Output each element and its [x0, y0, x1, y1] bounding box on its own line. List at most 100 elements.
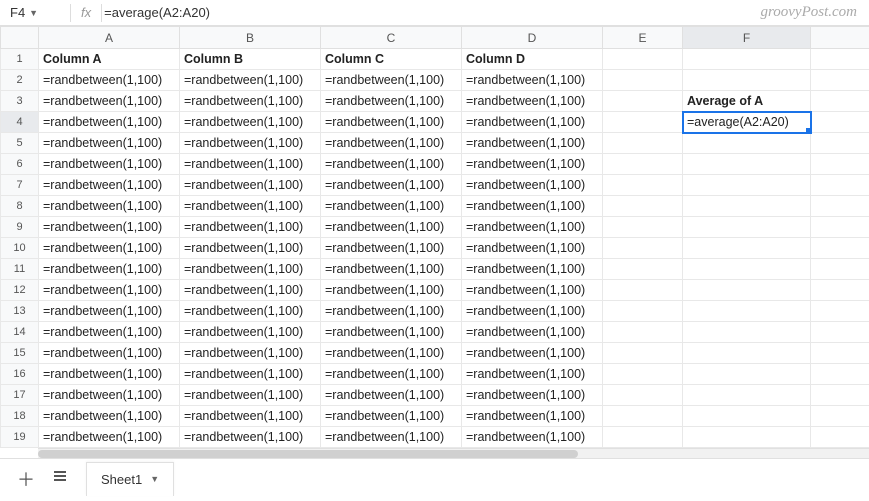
cell-B13[interactable]: =randbetween(1,100): [180, 301, 321, 322]
cell-C11[interactable]: =randbetween(1,100): [321, 259, 462, 280]
horizontal-scrollbar[interactable]: [38, 448, 869, 458]
row-header[interactable]: 15: [1, 343, 39, 364]
cell-C9[interactable]: =randbetween(1,100): [321, 217, 462, 238]
sheet-tab[interactable]: Sheet1 ▼: [86, 462, 174, 496]
row-header[interactable]: 6: [1, 154, 39, 175]
cell-A3[interactable]: =randbetween(1,100): [39, 91, 180, 112]
cell-A1[interactable]: Column A: [39, 49, 180, 70]
cell-A2[interactable]: =randbetween(1,100): [39, 70, 180, 91]
cell-E19[interactable]: [603, 427, 683, 448]
row-header[interactable]: 1: [1, 49, 39, 70]
col-header-blank[interactable]: [811, 27, 869, 49]
row-header[interactable]: 4: [1, 112, 39, 133]
cell-A10[interactable]: =randbetween(1,100): [39, 238, 180, 259]
cell-G7[interactable]: [811, 175, 869, 196]
cell-F15[interactable]: [683, 343, 811, 364]
cell-E14[interactable]: [603, 322, 683, 343]
row-header[interactable]: 8: [1, 196, 39, 217]
cell-B4[interactable]: =randbetween(1,100): [180, 112, 321, 133]
cell-E9[interactable]: [603, 217, 683, 238]
cell-A5[interactable]: =randbetween(1,100): [39, 133, 180, 154]
cell-G17[interactable]: [811, 385, 869, 406]
cell-C15[interactable]: =randbetween(1,100): [321, 343, 462, 364]
add-sheet-button[interactable]: ＋: [12, 465, 40, 493]
name-box[interactable]: F4 ▼: [0, 5, 70, 20]
cell-C19[interactable]: =randbetween(1,100): [321, 427, 462, 448]
cell-F3[interactable]: Average of A: [683, 91, 811, 112]
cell-F13[interactable]: [683, 301, 811, 322]
spreadsheet-grid[interactable]: A B C D E F 1Column AColumn BColumn CCol…: [0, 26, 869, 458]
row-header[interactable]: 19: [1, 427, 39, 448]
cell-G6[interactable]: [811, 154, 869, 175]
cell-D17[interactable]: =randbetween(1,100): [462, 385, 603, 406]
cell-E2[interactable]: [603, 70, 683, 91]
cell-F17[interactable]: [683, 385, 811, 406]
row-header[interactable]: 12: [1, 280, 39, 301]
cell-B15[interactable]: =randbetween(1,100): [180, 343, 321, 364]
cell-B8[interactable]: =randbetween(1,100): [180, 196, 321, 217]
cell-F12[interactable]: [683, 280, 811, 301]
cell-C3[interactable]: =randbetween(1,100): [321, 91, 462, 112]
cell-G5[interactable]: [811, 133, 869, 154]
cell-B3[interactable]: =randbetween(1,100): [180, 91, 321, 112]
cell-G12[interactable]: [811, 280, 869, 301]
cell-E17[interactable]: [603, 385, 683, 406]
cell-A9[interactable]: =randbetween(1,100): [39, 217, 180, 238]
row-header[interactable]: 10: [1, 238, 39, 259]
cell-G18[interactable]: [811, 406, 869, 427]
cell-E3[interactable]: [603, 91, 683, 112]
cell-B6[interactable]: =randbetween(1,100): [180, 154, 321, 175]
cell-C1[interactable]: Column C: [321, 49, 462, 70]
cell-A12[interactable]: =randbetween(1,100): [39, 280, 180, 301]
cell-D13[interactable]: =randbetween(1,100): [462, 301, 603, 322]
cell-A8[interactable]: =randbetween(1,100): [39, 196, 180, 217]
cell-A16[interactable]: =randbetween(1,100): [39, 364, 180, 385]
cell-E5[interactable]: [603, 133, 683, 154]
cell-F14[interactable]: [683, 322, 811, 343]
cell-E11[interactable]: [603, 259, 683, 280]
cell-D8[interactable]: =randbetween(1,100): [462, 196, 603, 217]
cell-A4[interactable]: =randbetween(1,100): [39, 112, 180, 133]
cell-F4[interactable]: =average(A2:A20): [683, 112, 811, 133]
cell-B16[interactable]: =randbetween(1,100): [180, 364, 321, 385]
cell-G3[interactable]: [811, 91, 869, 112]
cell-E13[interactable]: [603, 301, 683, 322]
cell-F2[interactable]: [683, 70, 811, 91]
row-header[interactable]: 2: [1, 70, 39, 91]
row-header[interactable]: 18: [1, 406, 39, 427]
scrollbar-thumb[interactable]: [38, 450, 578, 458]
cell-E8[interactable]: [603, 196, 683, 217]
cell-G9[interactable]: [811, 217, 869, 238]
cell-B2[interactable]: =randbetween(1,100): [180, 70, 321, 91]
cell-E15[interactable]: [603, 343, 683, 364]
cell-F11[interactable]: [683, 259, 811, 280]
row-header[interactable]: 9: [1, 217, 39, 238]
cell-B11[interactable]: =randbetween(1,100): [180, 259, 321, 280]
cell-F8[interactable]: [683, 196, 811, 217]
cell-F19[interactable]: [683, 427, 811, 448]
cell-B1[interactable]: Column B: [180, 49, 321, 70]
cell-B5[interactable]: =randbetween(1,100): [180, 133, 321, 154]
cell-A13[interactable]: =randbetween(1,100): [39, 301, 180, 322]
row-header[interactable]: 11: [1, 259, 39, 280]
cell-D14[interactable]: =randbetween(1,100): [462, 322, 603, 343]
cell-C16[interactable]: =randbetween(1,100): [321, 364, 462, 385]
cell-D15[interactable]: =randbetween(1,100): [462, 343, 603, 364]
row-header[interactable]: 14: [1, 322, 39, 343]
cell-A19[interactable]: =randbetween(1,100): [39, 427, 180, 448]
cell-C18[interactable]: =randbetween(1,100): [321, 406, 462, 427]
cell-A7[interactable]: =randbetween(1,100): [39, 175, 180, 196]
cell-F16[interactable]: [683, 364, 811, 385]
cell-D11[interactable]: =randbetween(1,100): [462, 259, 603, 280]
cell-G14[interactable]: [811, 322, 869, 343]
row-header[interactable]: 7: [1, 175, 39, 196]
cell-E18[interactable]: [603, 406, 683, 427]
all-sheets-button[interactable]: [46, 465, 74, 493]
cell-A18[interactable]: =randbetween(1,100): [39, 406, 180, 427]
cell-F9[interactable]: [683, 217, 811, 238]
cell-G10[interactable]: [811, 238, 869, 259]
cell-E12[interactable]: [603, 280, 683, 301]
cell-E6[interactable]: [603, 154, 683, 175]
cell-E4[interactable]: [603, 112, 683, 133]
cell-D4[interactable]: =randbetween(1,100): [462, 112, 603, 133]
